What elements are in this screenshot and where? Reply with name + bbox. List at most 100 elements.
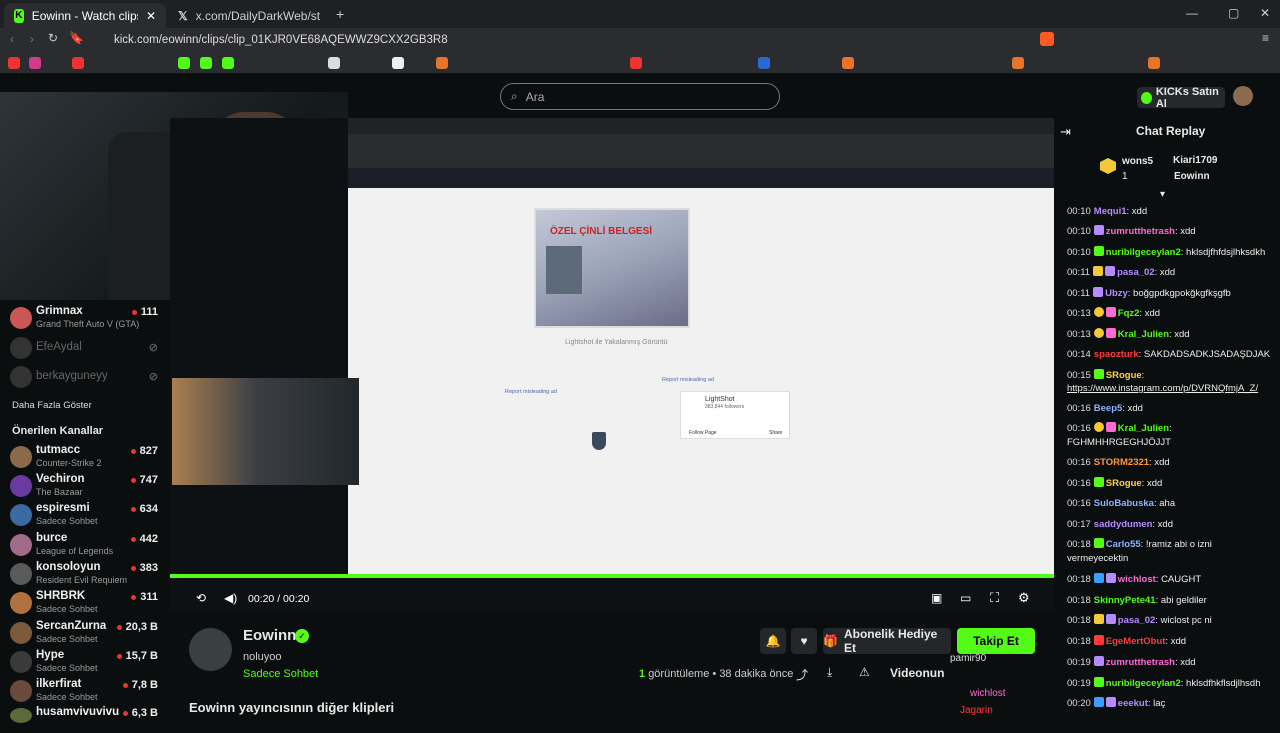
browser-tab-x[interactable]: 𝕏 x.com/DailyDarkWeb/status/2028446 <box>168 3 330 28</box>
fullscreen-icon[interactable]: ⛶ <box>990 590 999 606</box>
streamer-name[interactable]: Eowinn <box>243 627 296 644</box>
collapse-chat-icon[interactable]: ⇥ <box>1060 124 1071 140</box>
viewer-count: 442 <box>130 533 158 545</box>
bookmark-orange-icon[interactable] <box>842 57 854 69</box>
url-text[interactable]: kick.com/eowinn/clips/clip_01KJR0VE68AQE… <box>114 34 448 46</box>
channel-name: konsoloyun <box>36 561 101 573</box>
channel-name: berkayguneyy <box>36 370 108 382</box>
sidebar-channel-berkayguneyy[interactable]: berkayguneyy ⊘ <box>10 363 166 391</box>
video-caption: Lightshot ile Yakalanmış Görüntü <box>565 339 668 346</box>
bookmark-kick-icon[interactable] <box>222 57 234 69</box>
channel-category: Resident Evil Requiem <box>36 575 128 585</box>
chat-message: 00:19 zumrutthetrash: xdd <box>1067 656 1196 668</box>
show-more-link[interactable]: Daha Fazla Göster <box>12 400 92 411</box>
bookmark-orange-icon[interactable] <box>1012 57 1024 69</box>
sidebar-channel-sercanzurna[interactable]: SercanZurna Sadece Sohbet 20,3 B <box>10 619 166 647</box>
bookmark-steam-icon[interactable] <box>758 57 770 69</box>
sidebar-channel-vechiron[interactable]: Vechiron The Bazaar 747 <box>10 472 166 500</box>
report-label[interactable]: Videonun <box>890 666 944 680</box>
viewer-count: 634 <box>130 503 158 515</box>
share: Share <box>769 430 783 436</box>
sidebar-channel-shrbrk[interactable]: SHRBRK Sadece Sohbet 311 <box>10 589 166 617</box>
chat-message: 00:16 SRogue: xdd <box>1067 477 1163 489</box>
sidebar-channel-burce[interactable]: burce League of Legends 442 <box>10 531 166 559</box>
kicks-buy-button[interactable]: KICKs Satın Al <box>1137 86 1225 110</box>
sidebar-channel-hype[interactable]: Hype Sadece Sohbet 15,7 B <box>10 648 166 676</box>
viewer-count: 7,8 B <box>122 679 158 691</box>
reload-icon[interactable]: ↻ <box>48 31 58 45</box>
channel-name: SercanZurna <box>36 620 107 632</box>
play-icon[interactable]: ⟲ <box>196 591 206 605</box>
forward-icon[interactable]: › <box>30 32 34 46</box>
chat-message-link[interactable]: https://www.instagram.com/p/DVRNQfmjA_Z/ <box>1067 382 1275 395</box>
top-gifter-name[interactable]: Eowinn <box>1174 171 1210 182</box>
streamer-avatar[interactable] <box>189 628 232 671</box>
bookmark-reddit-icon[interactable] <box>630 57 642 69</box>
shield-icon <box>592 432 606 450</box>
sidebar-channel-konsoloyun[interactable]: konsoloyun Resident Evil Requiem 383 <box>10 560 166 588</box>
share-icon[interactable]: ⤴ <box>796 666 808 683</box>
bookmark-kick-icon[interactable] <box>178 57 190 69</box>
gift-subscription-button[interactable]: 🎁 Abonelik Hediye Et <box>823 627 951 655</box>
close-tab-icon[interactable]: ✕ <box>146 9 156 23</box>
close-window-icon[interactable]: ✕ <box>1260 6 1270 20</box>
chat-message: 00:13 Kral_Julien: xdd <box>1067 328 1190 340</box>
bookmark-orange-icon[interactable] <box>1148 57 1160 69</box>
favorite-button[interactable]: ♥ <box>791 628 817 654</box>
bookmark-x-icon[interactable] <box>328 57 340 69</box>
top-gifter-name[interactable]: wons5 <box>1122 156 1153 167</box>
gift-subscription-label: Abonelik Hediye Et <box>843 627 938 655</box>
video-chat-overlay <box>172 490 348 574</box>
sidebar-channel-efeaydal[interactable]: EfeAydal ⊘ <box>10 334 166 362</box>
clip-category[interactable]: Sadece Sohbet <box>243 668 318 680</box>
bookmark-youtube-icon[interactable] <box>72 57 84 69</box>
back-icon[interactable]: ‹ <box>10 32 14 46</box>
sidebar-channel-husamvivuvivu[interactable]: husamvivuvivu 6,3 B <box>10 705 166 733</box>
avatar <box>10 651 32 673</box>
overlay-user: pamir90 <box>950 653 987 664</box>
channel-name: Vechiron <box>36 473 85 485</box>
bookmark-icon[interactable]: 🔖 <box>69 31 84 45</box>
sidebar-channel-tutmacc[interactable]: tutmacc Counter-Strike 2 827 <box>10 443 166 471</box>
download-icon[interactable]: ⤓ <box>827 665 832 680</box>
avatar <box>10 708 32 723</box>
channel-category: Sadece Sohbet <box>36 663 98 673</box>
user-avatar[interactable] <box>1233 86 1253 106</box>
recommended-title: Önerilen Kanallar <box>12 425 104 437</box>
expand-chevron-icon[interactable]: ▾ <box>1160 189 1165 200</box>
bookmark-orange-icon[interactable] <box>436 57 448 69</box>
video-id-card-photo <box>546 246 582 294</box>
channel-category: League of Legends <box>36 546 114 556</box>
bookmark-kick-icon[interactable] <box>200 57 212 69</box>
browser-tab-kick[interactable]: K Eowinn - Watch clips on Kick ✕ <box>4 3 166 28</box>
report-warning-icon[interactable]: ⚠ <box>859 665 870 679</box>
new-tab-icon[interactable]: + <box>336 6 344 22</box>
heart-icon: ♥ <box>800 634 808 648</box>
brave-shield-icon[interactable] <box>1040 32 1054 46</box>
pip-icon[interactable]: ▭ <box>960 591 971 605</box>
bookmark-youtube-icon[interactable] <box>8 57 20 69</box>
search-icon: ⌕ <box>511 89 518 103</box>
notification-bell-button[interactable]: 🔔 <box>760 628 786 654</box>
bookmark-instagram-icon[interactable] <box>29 57 41 69</box>
search-placeholder: Ara <box>525 89 545 104</box>
channel-category: Sadece Sohbet <box>36 604 98 614</box>
chat-message: 00:14 spaozturk: SAKDADSADKJSADAŞDJAK <box>1067 349 1271 360</box>
volume-icon[interactable]: ◀) <box>224 591 237 605</box>
channel-category: The Bazaar <box>36 487 83 497</box>
settings-icon[interactable]: ⚙ <box>1018 590 1030 606</box>
top-gifter-name[interactable]: Kiari1709 <box>1173 155 1217 166</box>
bookmark-p-icon[interactable] <box>392 57 404 69</box>
video-pip-facecam <box>172 378 359 485</box>
chat-message: 00:19 nuribilgeceylan2: hklsdfhkflsdjlhsd… <box>1067 677 1261 689</box>
menu-icon[interactable]: ≡ <box>1262 31 1269 45</box>
sidebar-channel-ilkerfirat[interactable]: ilkerfirat Sadece Sohbet 7,8 B <box>10 677 166 705</box>
avatar <box>10 534 32 556</box>
sidebar-channel-grimnax[interactable]: Grimnax Grand Theft Auto V (GTA) 111 <box>10 304 166 332</box>
sidebar-channel-espiresmi[interactable]: espiresmi Sadece Sohbet 634 <box>10 501 166 529</box>
maximize-icon[interactable]: ▢ <box>1228 6 1239 20</box>
search-box[interactable]: ⌕ Ara <box>500 83 780 110</box>
theater-icon[interactable]: ▣ <box>931 591 942 605</box>
follow-button[interactable]: Takip Et <box>957 628 1035 654</box>
minimize-icon[interactable]: — <box>1186 6 1198 20</box>
